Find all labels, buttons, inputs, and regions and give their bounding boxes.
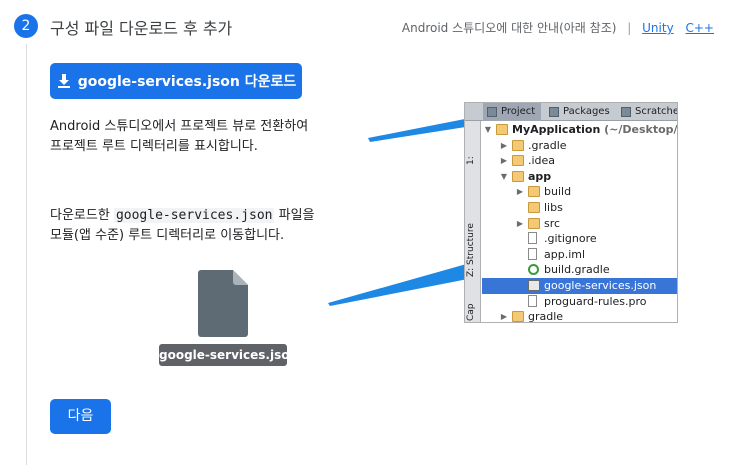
android-studio-guide-text: Android 스튜디오에 대한 안내(아래 참조) [401, 21, 617, 35]
tree-item-label: app [528, 169, 551, 185]
tree-item-label: MyApplication (~/Desktop/My [512, 122, 678, 138]
gradle-icon [528, 264, 539, 276]
instruction-line-3-suffix: 파일을 [274, 208, 315, 223]
tree-row[interactable]: google-services.json [482, 277, 677, 294]
tree-item-label: build.gradle [544, 262, 610, 278]
tree-row[interactable]: proguard-rules.pro [482, 294, 677, 310]
tab-project-label: Project [501, 106, 536, 117]
collapsed-arrow-icon[interactable]: ▶ [499, 153, 509, 169]
tree-item-label: build [544, 184, 571, 200]
tree-row[interactable]: ▼ app [482, 169, 677, 185]
side-tab-project[interactable]: 1: [466, 143, 480, 165]
tab-scratches-label: Scratches [635, 106, 677, 117]
expanded-arrow-icon[interactable]: ▼ [499, 169, 509, 185]
step-title: 구성 파일 다운로드 후 추가 [50, 19, 233, 38]
tree-row[interactable]: build.gradle [482, 262, 677, 278]
tree-row[interactable]: ▶ src [482, 216, 677, 232]
project-tree: ▼MyApplication (~/Desktop/My▶.gradle▶.id… [482, 122, 678, 323]
json-file-icon [198, 270, 248, 337]
tree-row[interactable]: libs [482, 200, 677, 216]
tree-item-path: (~/Desktop/My [604, 123, 678, 136]
step-number-badge: 2 [14, 14, 38, 38]
file-caption: google-services.json [159, 344, 298, 366]
platform-links: Android 스튜디오에 대한 안내(아래 참조) | Unity C++ [402, 19, 714, 36]
instruction-move-file: 다운로드한 google-services.json 파일을 모듈(앱 수준) … [50, 206, 315, 246]
tree-item-label: proguard-rules.pro [544, 294, 647, 310]
tree-item-name: .gradle [528, 138, 567, 152]
module-folder-icon [512, 170, 524, 182]
tree-item-name: src [544, 216, 561, 230]
folder-icon [512, 311, 524, 322]
tree-row[interactable]: .gitignore [482, 231, 677, 247]
collapsed-arrow-icon[interactable]: ▶ [499, 309, 509, 322]
download-config-button[interactable]: google-services.json 다운로드 [50, 63, 302, 99]
tree-item-name: MyApplication [512, 123, 601, 136]
packages-icon [549, 107, 559, 117]
next-button[interactable]: 다음 [50, 399, 111, 434]
scratches-icon [621, 107, 631, 117]
file-icon [528, 294, 537, 307]
tree-item-name: libs [544, 200, 563, 214]
tree-item-label: .idea [528, 153, 555, 169]
panel-tab-bar: Project Packages Scratches [465, 103, 677, 121]
folder-icon [528, 217, 540, 229]
download-button-label: google-services.json 다운로드 [77, 74, 297, 90]
tab-project[interactable]: Project [483, 103, 541, 121]
step-connector-line [26, 44, 27, 465]
link-separator: | [627, 21, 632, 35]
tab-packages-label: Packages [563, 106, 610, 117]
module-folder-icon [496, 124, 508, 135]
tree-row[interactable]: app.iml [482, 247, 677, 263]
tree-item-name: app [528, 169, 552, 183]
instruction-line-3-prefix: 다운로드한 [50, 208, 114, 223]
tree-item-label: .gitignore [544, 231, 597, 247]
tree-item-name: gradle [528, 310, 564, 323]
side-tool-strip: 1: Z: Structure Cap [465, 121, 481, 322]
tab-scratches[interactable]: Scratches [617, 103, 677, 121]
tree-item-label: libs [544, 200, 563, 216]
android-studio-project-panel: Project Packages Scratches 1: Z: Structu… [464, 102, 678, 323]
side-tab-structure[interactable]: Z: Structure [466, 201, 480, 277]
folder-icon [512, 139, 524, 151]
tree-row[interactable]: ▶ build [482, 184, 677, 200]
collapsed-arrow-icon[interactable]: ▶ [515, 216, 525, 232]
tree-item-label: src [544, 216, 560, 232]
project-icon [487, 107, 497, 117]
instruction-line-2: 프로젝트 루트 디렉터리를 표시합니다. [50, 139, 258, 154]
download-icon [56, 73, 72, 89]
tree-item-label: gradle [528, 309, 564, 323]
cpp-link[interactable]: C++ [686, 21, 715, 35]
file-icon [528, 232, 537, 245]
expanded-arrow-icon[interactable]: ▼ [483, 122, 493, 138]
tree-item-name: build.gradle [544, 263, 610, 277]
tree-item-label: .gradle [528, 138, 567, 154]
folder-icon [528, 186, 540, 198]
tab-packages[interactable]: Packages [545, 103, 613, 121]
collapsed-arrow-icon[interactable]: ▶ [499, 138, 509, 154]
tree-item-name: .idea [528, 154, 556, 168]
tree-item-name: google-services.json [544, 278, 657, 292]
tree-row[interactable]: ▶ gradle [482, 309, 677, 323]
unity-link[interactable]: Unity [642, 21, 674, 35]
tree-item-label: app.iml [544, 247, 585, 263]
folder-icon [528, 201, 540, 213]
instruction-switch-view: Android 스튜디오에서 프로젝트 뷰로 전환하여 프로젝트 루트 디렉터리… [50, 117, 308, 157]
instruction-line-3: 다운로드한 google-services.json 파일을 [50, 206, 315, 226]
filename-code: google-services.json [113, 208, 275, 223]
tree-item-name: proguard-rules.pro [544, 294, 647, 308]
file-icon [528, 247, 537, 260]
json-icon [528, 279, 540, 291]
collapsed-arrow-icon[interactable]: ▶ [515, 184, 525, 200]
tree-row[interactable]: ▶ .idea [482, 153, 677, 169]
tree-item-name: app.iml [544, 247, 586, 261]
tree-item-name: build [544, 185, 572, 199]
tree-item-label: google-services.json [544, 278, 656, 294]
folder-icon [512, 155, 524, 167]
tree-row[interactable]: ▼ MyApplication (~/Desktop/My [482, 122, 678, 138]
instruction-line-1: Android 스튜디오에서 프로젝트 뷰로 전환하여 [50, 119, 309, 134]
side-tab-captures[interactable]: Cap [466, 281, 480, 321]
instruction-line-4: 모듈(앱 수준) 루트 디렉터리로 이동합니다. [50, 228, 285, 243]
tree-item-name: .gitignore [544, 232, 597, 246]
tree-row[interactable]: ▶ .gradle [482, 138, 677, 154]
